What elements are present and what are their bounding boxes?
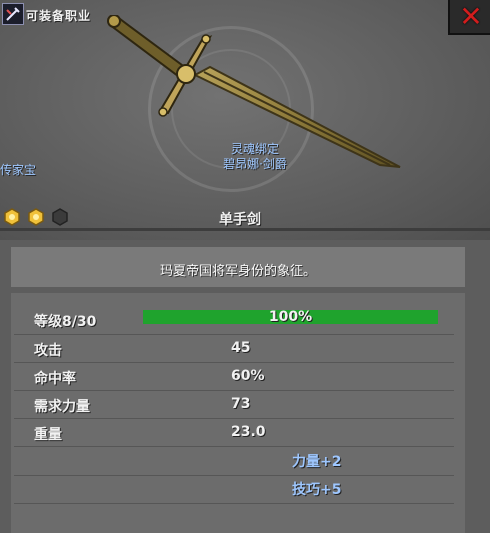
required-strength-label: 需求力量 <box>34 399 90 415</box>
soulbound-label: 灵魂绑定 <box>230 142 279 156</box>
level-label: 等级8/30 <box>34 314 97 330</box>
stat-row: 攻击 45 <box>34 338 434 360</box>
weight-value: 23.0 <box>231 424 266 440</box>
divider <box>14 390 454 391</box>
divider <box>14 418 454 419</box>
dexterity-bonus: 技巧+5 <box>292 482 342 498</box>
divider <box>14 446 454 447</box>
equip-class-label: 可装备职业 <box>26 9 92 23</box>
rarity-label: 传家宝 <box>0 163 37 177</box>
stat-row: 重量 23.0 <box>34 422 434 444</box>
class-icon <box>2 3 24 25</box>
accuracy-label: 命中率 <box>34 371 76 387</box>
level-percent: 100% <box>268 309 313 325</box>
stat-row: 需求力量 73 <box>34 394 434 416</box>
close-button[interactable]: ✕ <box>448 0 490 35</box>
x-icon: ✕ <box>459 0 483 33</box>
divider <box>14 334 454 335</box>
owner-label: 碧昂娜·剑爵 <box>223 157 287 171</box>
strength-bonus: 力量+2 <box>292 454 342 470</box>
attack-label: 攻击 <box>34 343 62 359</box>
accuracy-value: 60% <box>231 368 265 384</box>
divider <box>14 475 454 476</box>
gem-slots <box>3 208 69 226</box>
required-strength-value: 73 <box>231 396 251 412</box>
attack-value: 45 <box>231 340 251 356</box>
stat-row: 命中率 60% <box>34 366 434 388</box>
gold-gem-icon <box>4 208 20 226</box>
weapon-type-label: 单手剑 <box>219 212 261 228</box>
divider <box>14 362 454 363</box>
divider <box>0 228 490 231</box>
gold-gem-icon <box>28 208 44 226</box>
divider <box>14 503 454 504</box>
item-description: 玛夏帝国将军身份的象征。 <box>159 264 316 279</box>
empty-gem-icon <box>52 208 68 226</box>
weight-label: 重量 <box>34 427 62 443</box>
